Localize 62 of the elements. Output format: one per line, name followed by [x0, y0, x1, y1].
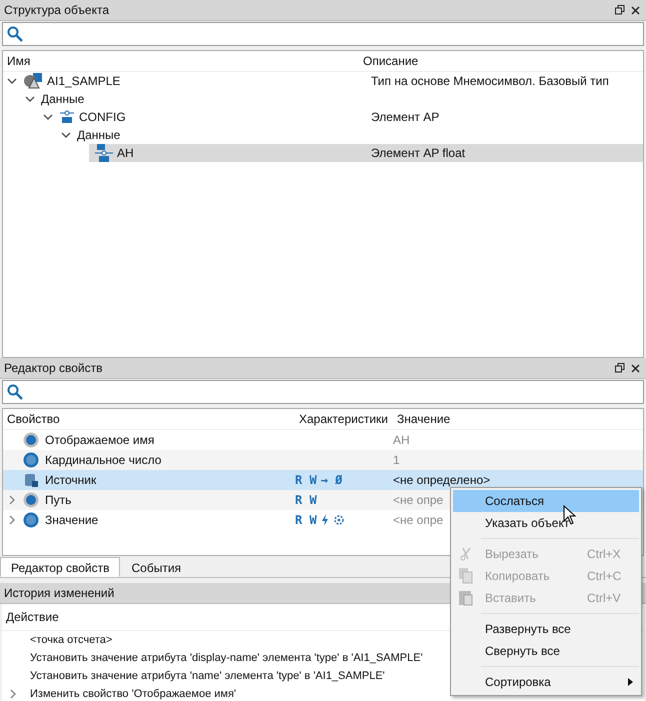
column-header[interactable]: Действие: [2, 610, 59, 624]
search-icon: [7, 26, 23, 42]
link-marker: → Ø: [320, 473, 342, 487]
restore-icon[interactable]: [615, 5, 625, 15]
tree-item[interactable]: AI1_SAMPLE: [47, 74, 120, 88]
search-icon: [7, 384, 23, 400]
access-flags: R W: [295, 493, 317, 507]
column-header[interactable]: Имя: [3, 54, 359, 68]
type-icon: [23, 73, 43, 89]
float-element-icon: [95, 144, 113, 162]
panel-title: История изменений: [4, 586, 114, 600]
type-badge-icon: [23, 432, 39, 448]
property-value[interactable]: АН: [393, 433, 410, 447]
copy-icon: [459, 568, 473, 584]
search-field[interactable]: [2, 22, 644, 46]
tree-item-description: Элемент AP: [371, 110, 440, 124]
tree-item-description: Элемент AP float: [371, 146, 466, 160]
target-icon: [332, 514, 345, 526]
column-header[interactable]: Описание: [359, 54, 418, 68]
type-badge-icon: [23, 512, 39, 528]
column-header[interactable]: Значение: [393, 412, 450, 426]
history-entry[interactable]: Установить значение атрибута 'name' элемента 'type' в 'AI1_SAMPLE': [26, 670, 385, 682]
menu-item[interactable]: Развернуть все: [453, 618, 639, 640]
tree-item[interactable]: Данные: [41, 92, 84, 106]
tree-item-description: Тип на основе Мнемосимвол. Базовый тип: [371, 74, 609, 88]
tree-item[interactable]: CONFIG: [79, 110, 126, 124]
close-icon[interactable]: [631, 364, 640, 372]
lightning-icon: [320, 514, 329, 526]
property-value[interactable]: <не опре: [393, 513, 444, 527]
type-badge-icon: [23, 492, 39, 508]
submenu-arrow-icon: [628, 678, 633, 686]
scissors-icon: [459, 547, 473, 561]
menu-item[interactable]: Свернуть все: [453, 640, 639, 662]
close-icon[interactable]: [631, 6, 640, 14]
search-field[interactable]: [2, 380, 644, 404]
access-flags: R W: [295, 473, 317, 487]
menu-item[interactable]: Сослаться: [453, 490, 639, 512]
column-header[interactable]: Свойство: [3, 412, 295, 426]
tree-item[interactable]: Данные: [77, 128, 120, 142]
history-entry[interactable]: Установить значение атрибута 'display-name' элемента 'type' в 'AI1_SAMPLE': [26, 652, 423, 664]
panel-title: Редактор свойств: [4, 361, 102, 375]
paste-icon: [459, 590, 473, 606]
element-icon: [59, 109, 75, 125]
property-name: Значение: [45, 513, 98, 527]
history-entry[interactable]: Изменить свойство 'Отображаемое имя': [26, 688, 236, 700]
access-flags: R W: [295, 513, 317, 527]
menu-item[interactable]: Указать объект: [453, 512, 639, 534]
restore-icon[interactable]: [615, 363, 625, 373]
cylinder-icon: [23, 472, 39, 488]
property-name: Отображаемое имя: [45, 433, 154, 447]
tab[interactable]: Редактор свойств: [0, 557, 120, 577]
chevron-right-icon[interactable]: [8, 689, 18, 699]
property-value[interactable]: <не определено>: [393, 473, 490, 487]
tab[interactable]: События: [120, 557, 192, 577]
column-header[interactable]: Характеристики: [295, 412, 393, 426]
menu-item[interactable]: Сортировка: [453, 671, 639, 693]
panel-title: Структура объекта: [4, 3, 110, 17]
property-name: Путь: [45, 493, 72, 507]
property-name: Источник: [45, 473, 96, 487]
tree-item[interactable]: AH: [117, 146, 134, 160]
property-name: Кардинальное число: [45, 453, 162, 467]
history-entry[interactable]: <точка отсчета>: [26, 634, 112, 646]
